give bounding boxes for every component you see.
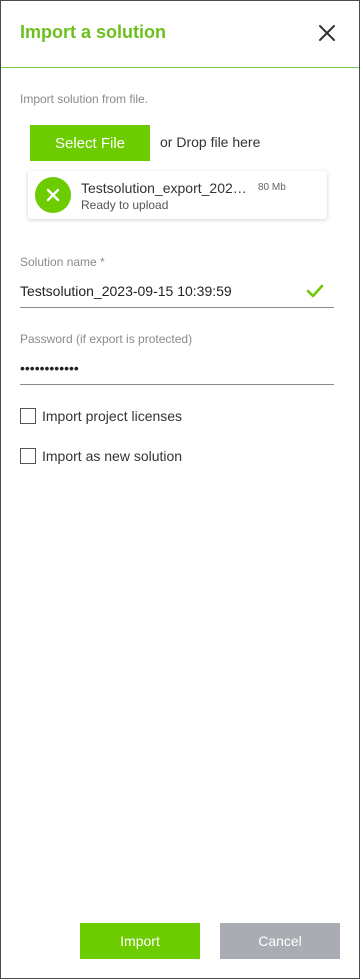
- close-icon[interactable]: [315, 21, 339, 45]
- file-name: Testsolution_export_2023-09-15: [81, 180, 249, 196]
- solution-name-label: Solution name *: [20, 255, 105, 269]
- import-as-new-label: Import as new solution: [42, 448, 183, 464]
- import-as-new-checkbox[interactable]: [20, 448, 36, 464]
- upload-intro: Import solution from file.: [20, 92, 149, 106]
- solution-name-input[interactable]: [20, 283, 334, 308]
- import-licenses-option[interactable]: Import project licenses: [20, 406, 182, 426]
- import-button[interactable]: Import: [80, 923, 200, 959]
- checkmark-icon: [306, 282, 324, 300]
- select-file-button[interactable]: Select File: [30, 125, 150, 161]
- import-solution-dialog: Import a solution Import solution from f…: [0, 0, 360, 979]
- cancel-button[interactable]: Cancel: [220, 923, 340, 959]
- drop-file-text: or Drop file here: [160, 134, 261, 150]
- dialog-header: Import a solution: [1, 1, 359, 68]
- dialog-title: Import a solution: [20, 22, 166, 42]
- file-card: Testsolution_export_2023-09-15 80 Mb Rea…: [28, 171, 327, 219]
- password-input[interactable]: [20, 360, 334, 385]
- x-circle-icon[interactable]: [35, 177, 71, 213]
- import-licenses-checkbox[interactable]: [20, 408, 36, 424]
- password-label: Password (if export is protected): [20, 332, 193, 346]
- import-as-new-option[interactable]: Import as new solution: [20, 446, 182, 466]
- file-size: 80 Mb: [258, 182, 286, 193]
- import-licenses-label: Import project licenses: [42, 408, 183, 424]
- file-status: Ready to upload: [81, 198, 169, 212]
